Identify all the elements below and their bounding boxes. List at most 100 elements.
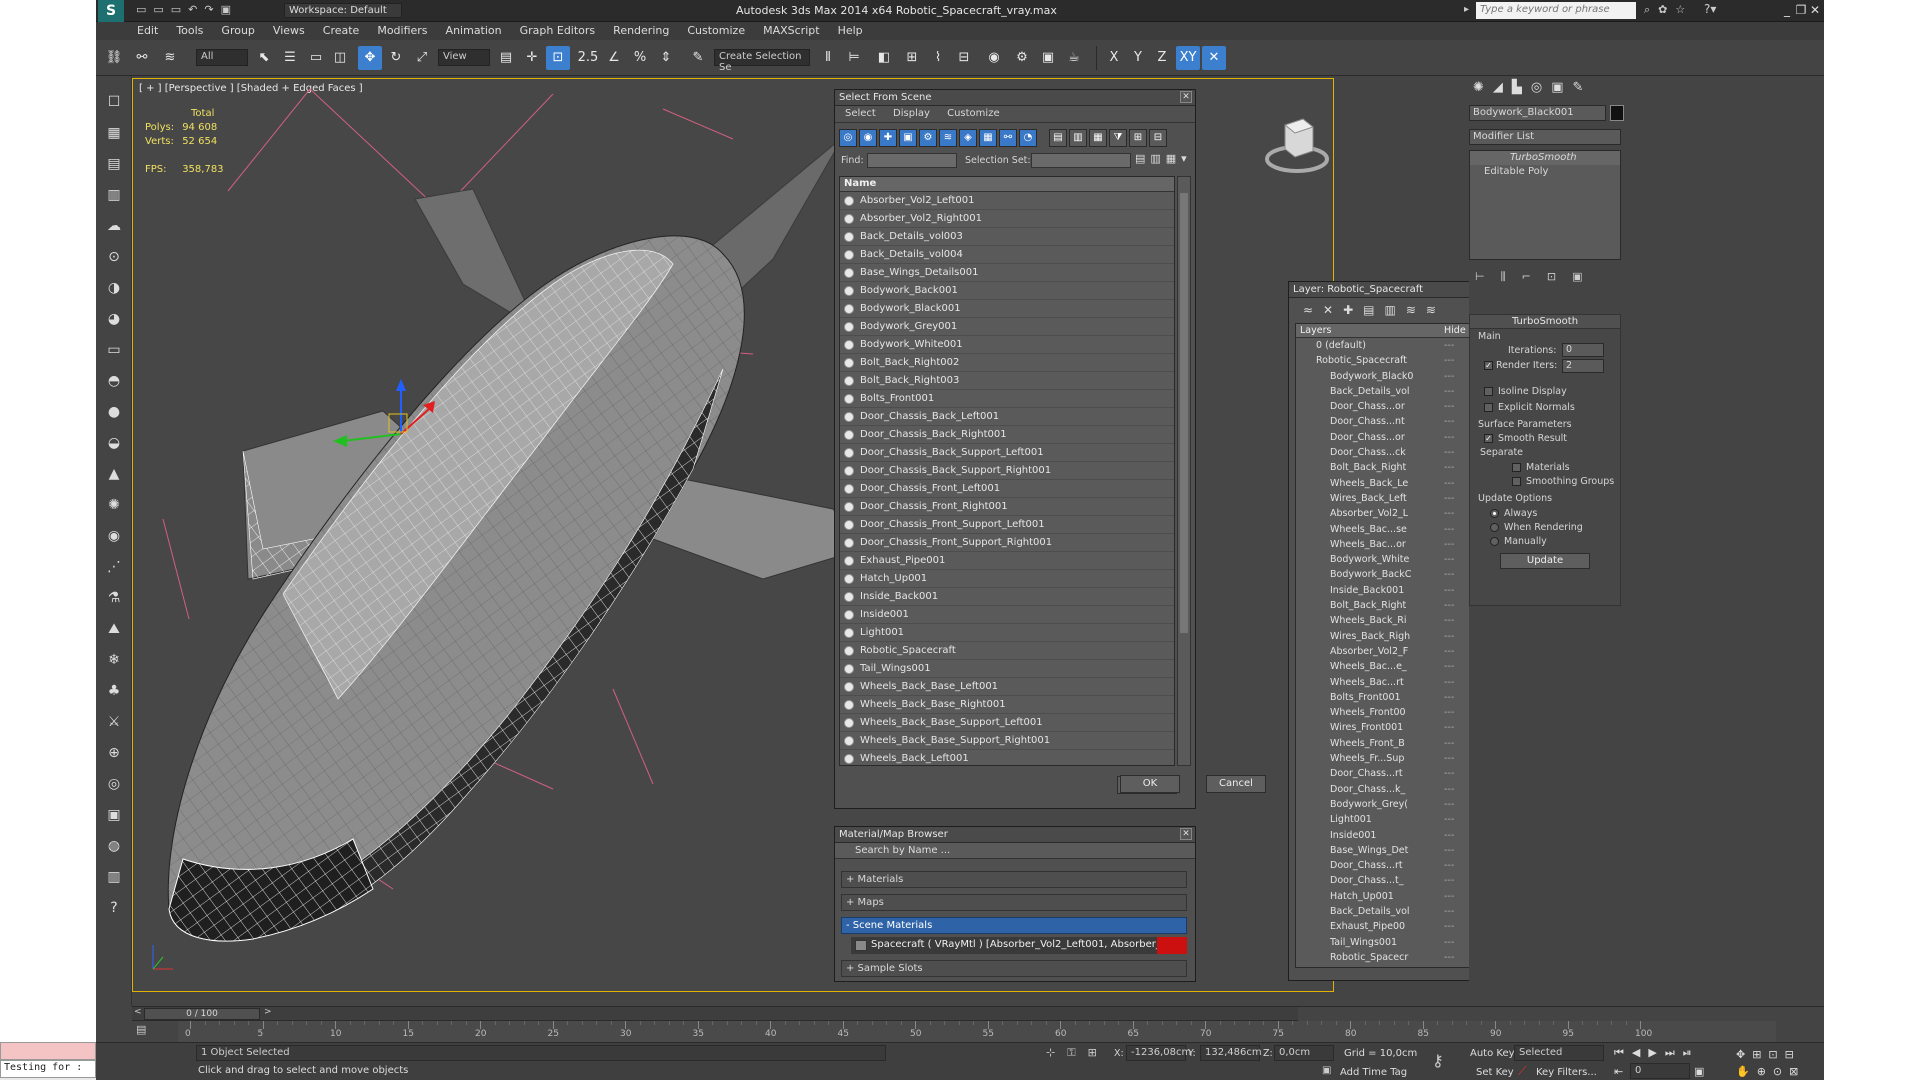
create-bowl-icon[interactable]: ◒ <box>102 431 126 455</box>
close-icon[interactable]: ✕ <box>1808 3 1822 17</box>
filter-type-icon[interactable]: ▤ <box>1049 129 1067 147</box>
menu-animation[interactable]: Animation <box>437 22 511 39</box>
object-list-scrollbar[interactable] <box>1177 176 1191 766</box>
layer-hide-toggle[interactable]: --- <box>1444 629 1454 644</box>
scene-object-row[interactable]: Door_Chassis_Back_Right001 <box>840 426 1174 444</box>
filter-type-icon[interactable]: ≋ <box>939 129 957 147</box>
layer-hide-toggle[interactable]: --- <box>1444 399 1454 414</box>
select-object-icon[interactable]: ⬉ <box>252 46 276 70</box>
layer-hide-toggle[interactable]: --- <box>1444 522 1454 537</box>
selection-set-dropdown[interactable] <box>1031 153 1131 168</box>
create-help-icon[interactable]: ? <box>102 896 126 920</box>
time-config-icon[interactable]: ▣ <box>1694 1065 1704 1078</box>
select-dialog-cancel-button[interactable]: Cancel <box>1206 775 1266 793</box>
layer-hide-toggle[interactable]: --- <box>1444 430 1454 445</box>
create-dots-icon[interactable]: ⋰ <box>102 555 126 579</box>
layer-hide-toggle[interactable]: --- <box>1444 782 1454 797</box>
scene-object-row[interactable]: Door_Chassis_Front_Right001 <box>840 498 1174 516</box>
create-panel-icon[interactable]: ▥ <box>102 183 126 207</box>
time-tag-icon[interactable]: ▣ <box>1322 1065 1331 1076</box>
command-panel-tabs[interactable]: ✺◢▙◎▣✎ <box>1469 80 1621 102</box>
scene-object-row[interactable]: Absorber_Vol2_Right001 <box>840 210 1174 228</box>
key-filters-button[interactable]: Key Filters... <box>1536 1067 1597 1078</box>
filter-type-icon[interactable]: ✚ <box>879 129 897 147</box>
add-time-tag-button[interactable]: Add Time Tag <box>1340 1067 1407 1078</box>
time-slider-thumb[interactable]: 0 / 100 <box>144 1008 260 1020</box>
restore-icon[interactable]: ❐ <box>1794 3 1808 17</box>
spinner-snap-icon[interactable]: ⇕ <box>654 46 678 70</box>
scene-object-row[interactable]: Door_Chassis_Back_Support_Right001 <box>840 462 1174 480</box>
update-when-rendering-radio[interactable] <box>1490 523 1499 532</box>
playback-controls[interactable]: ⏮◀▶⏭⏯ <box>1614 1046 1700 1060</box>
select-dialog-ok-button[interactable]: OK <box>1120 775 1180 793</box>
name-column-header[interactable]: Name <box>840 177 1174 192</box>
material-editor-icon[interactable]: ◉ <box>982 46 1006 70</box>
create-grid-icon[interactable]: ▤ <box>102 152 126 176</box>
search-arrow-icon[interactable]: ▸ <box>1464 4 1469 15</box>
material-browser-header[interactable]: Material/Map Browser ✕ <box>835 827 1195 843</box>
material-browser-close-icon[interactable]: ✕ <box>1180 828 1192 840</box>
create-ball-icon[interactable]: ● <box>102 400 126 424</box>
layer-hide-toggle[interactable]: --- <box>1444 873 1454 888</box>
scene-object-row[interactable]: Wheels_Back_Base_Right001 <box>840 696 1174 714</box>
layer-hide-toggle[interactable]: --- <box>1444 720 1454 735</box>
layer-hide-toggle[interactable]: --- <box>1444 766 1454 781</box>
create-box-icon[interactable]: ☐ <box>102 90 126 114</box>
layer-hide-toggle[interactable]: --- <box>1444 613 1454 628</box>
select-menu-customize[interactable]: Customize <box>947 108 1000 119</box>
scene-object-row[interactable]: Tail_Wings001 <box>840 660 1174 678</box>
viewcube-icon[interactable] <box>1257 107 1334 177</box>
create-dome-icon[interactable]: ◓ <box>102 369 126 393</box>
link-icon[interactable]: ⛓ <box>102 46 126 70</box>
create-target-icon[interactable]: ◉ <box>102 524 126 548</box>
set-key-icon[interactable]: ⟋ <box>1518 1064 1526 1079</box>
create-cone-icon[interactable]: ▲ <box>102 462 126 486</box>
scene-object-row[interactable]: Exhaust_Pipe001 <box>840 552 1174 570</box>
select-rotate-icon[interactable]: ↻ <box>384 46 408 70</box>
pivot-center-icon[interactable]: ▤ <box>494 46 518 70</box>
menu-graph-editors[interactable]: Graph Editors <box>511 22 605 39</box>
layer-hide-toggle[interactable]: --- <box>1444 353 1454 368</box>
layer-hide-toggle[interactable]: --- <box>1444 858 1454 873</box>
filter-type-icon[interactable]: ▦ <box>979 129 997 147</box>
turbosmooth-rollout-header[interactable]: TurboSmooth <box>1470 315 1620 329</box>
edit-named-selection-icon[interactable]: ✎ <box>686 46 710 70</box>
help-icon[interactable]: ?▾ <box>1704 2 1716 16</box>
separate-materials-checkbox[interactable] <box>1512 463 1521 472</box>
scene-object-row[interactable]: Robotic_Spacecraft <box>840 642 1174 660</box>
scene-object-row[interactable]: Bodywork_White001 <box>840 336 1174 354</box>
axis-constraint-xy-icon[interactable]: ✕ <box>1202 46 1226 70</box>
create-light-icon[interactable]: ✺ <box>102 493 126 517</box>
select-by-name-icon[interactable]: ☰ <box>278 46 302 70</box>
layer-hide-toggle[interactable]: --- <box>1444 384 1454 399</box>
menu-modifiers[interactable]: Modifiers <box>368 22 436 39</box>
coord-z-field[interactable]: 0,0cm <box>1274 1045 1334 1061</box>
auto-key-button[interactable]: Auto Key <box>1470 1048 1515 1059</box>
layer-hide-toggle[interactable]: --- <box>1444 552 1454 567</box>
layer-hide-toggle[interactable]: --- <box>1444 476 1454 491</box>
stack-turbosmooth[interactable]: TurboSmooth <box>1470 151 1620 165</box>
layer-hide-toggle[interactable]: --- <box>1444 889 1454 904</box>
render-iters-checkbox[interactable]: ✓ <box>1484 361 1493 370</box>
create-plane-icon[interactable]: ▦ <box>102 121 126 145</box>
layer-toolbar-icons[interactable]: ≈✕✚▤▥≋≋ <box>1303 303 1446 317</box>
scene-material-item[interactable]: Spacecraft ( VRayMtl ) [Absorber_Vol2_Le… <box>851 937 1187 954</box>
scene-object-row[interactable]: Door_Chassis_Front_Support_Right001 <box>840 534 1174 552</box>
scene-object-row[interactable]: Door_Chassis_Front_Support_Left001 <box>840 516 1174 534</box>
render-iters-spinner[interactable]: 2 <box>1562 359 1604 373</box>
time-slider-prev-icon[interactable]: < <box>134 1007 142 1017</box>
schematic-view-icon[interactable]: ⊟ <box>952 46 976 70</box>
layer-hide-toggle[interactable]: --- <box>1444 506 1454 521</box>
graphite-toolbar-icon[interactable]: ⊞ <box>900 46 924 70</box>
key-icon[interactable]: ⚷ <box>1432 1051 1444 1070</box>
scene-object-row[interactable]: Wheels_Back_Base_Support_Right001 <box>840 732 1174 750</box>
selection-lock-icons[interactable]: ⊹⚿⊞ <box>1046 1046 1109 1060</box>
layer-hide-toggle[interactable]: --- <box>1444 445 1454 460</box>
layer-hide-toggle[interactable]: --- <box>1444 812 1454 827</box>
sample-slots-group[interactable]: + Sample Slots <box>841 960 1187 977</box>
filter-type-icon[interactable]: ▥ <box>1069 129 1087 147</box>
scene-object-row[interactable]: Base_Wings_Details001 <box>840 264 1174 282</box>
rectangular-selection-icon[interactable]: ▭ <box>304 46 328 70</box>
layer-hide-toggle[interactable]: --- <box>1444 919 1454 934</box>
layer-hide-toggle[interactable]: --- <box>1444 690 1454 705</box>
